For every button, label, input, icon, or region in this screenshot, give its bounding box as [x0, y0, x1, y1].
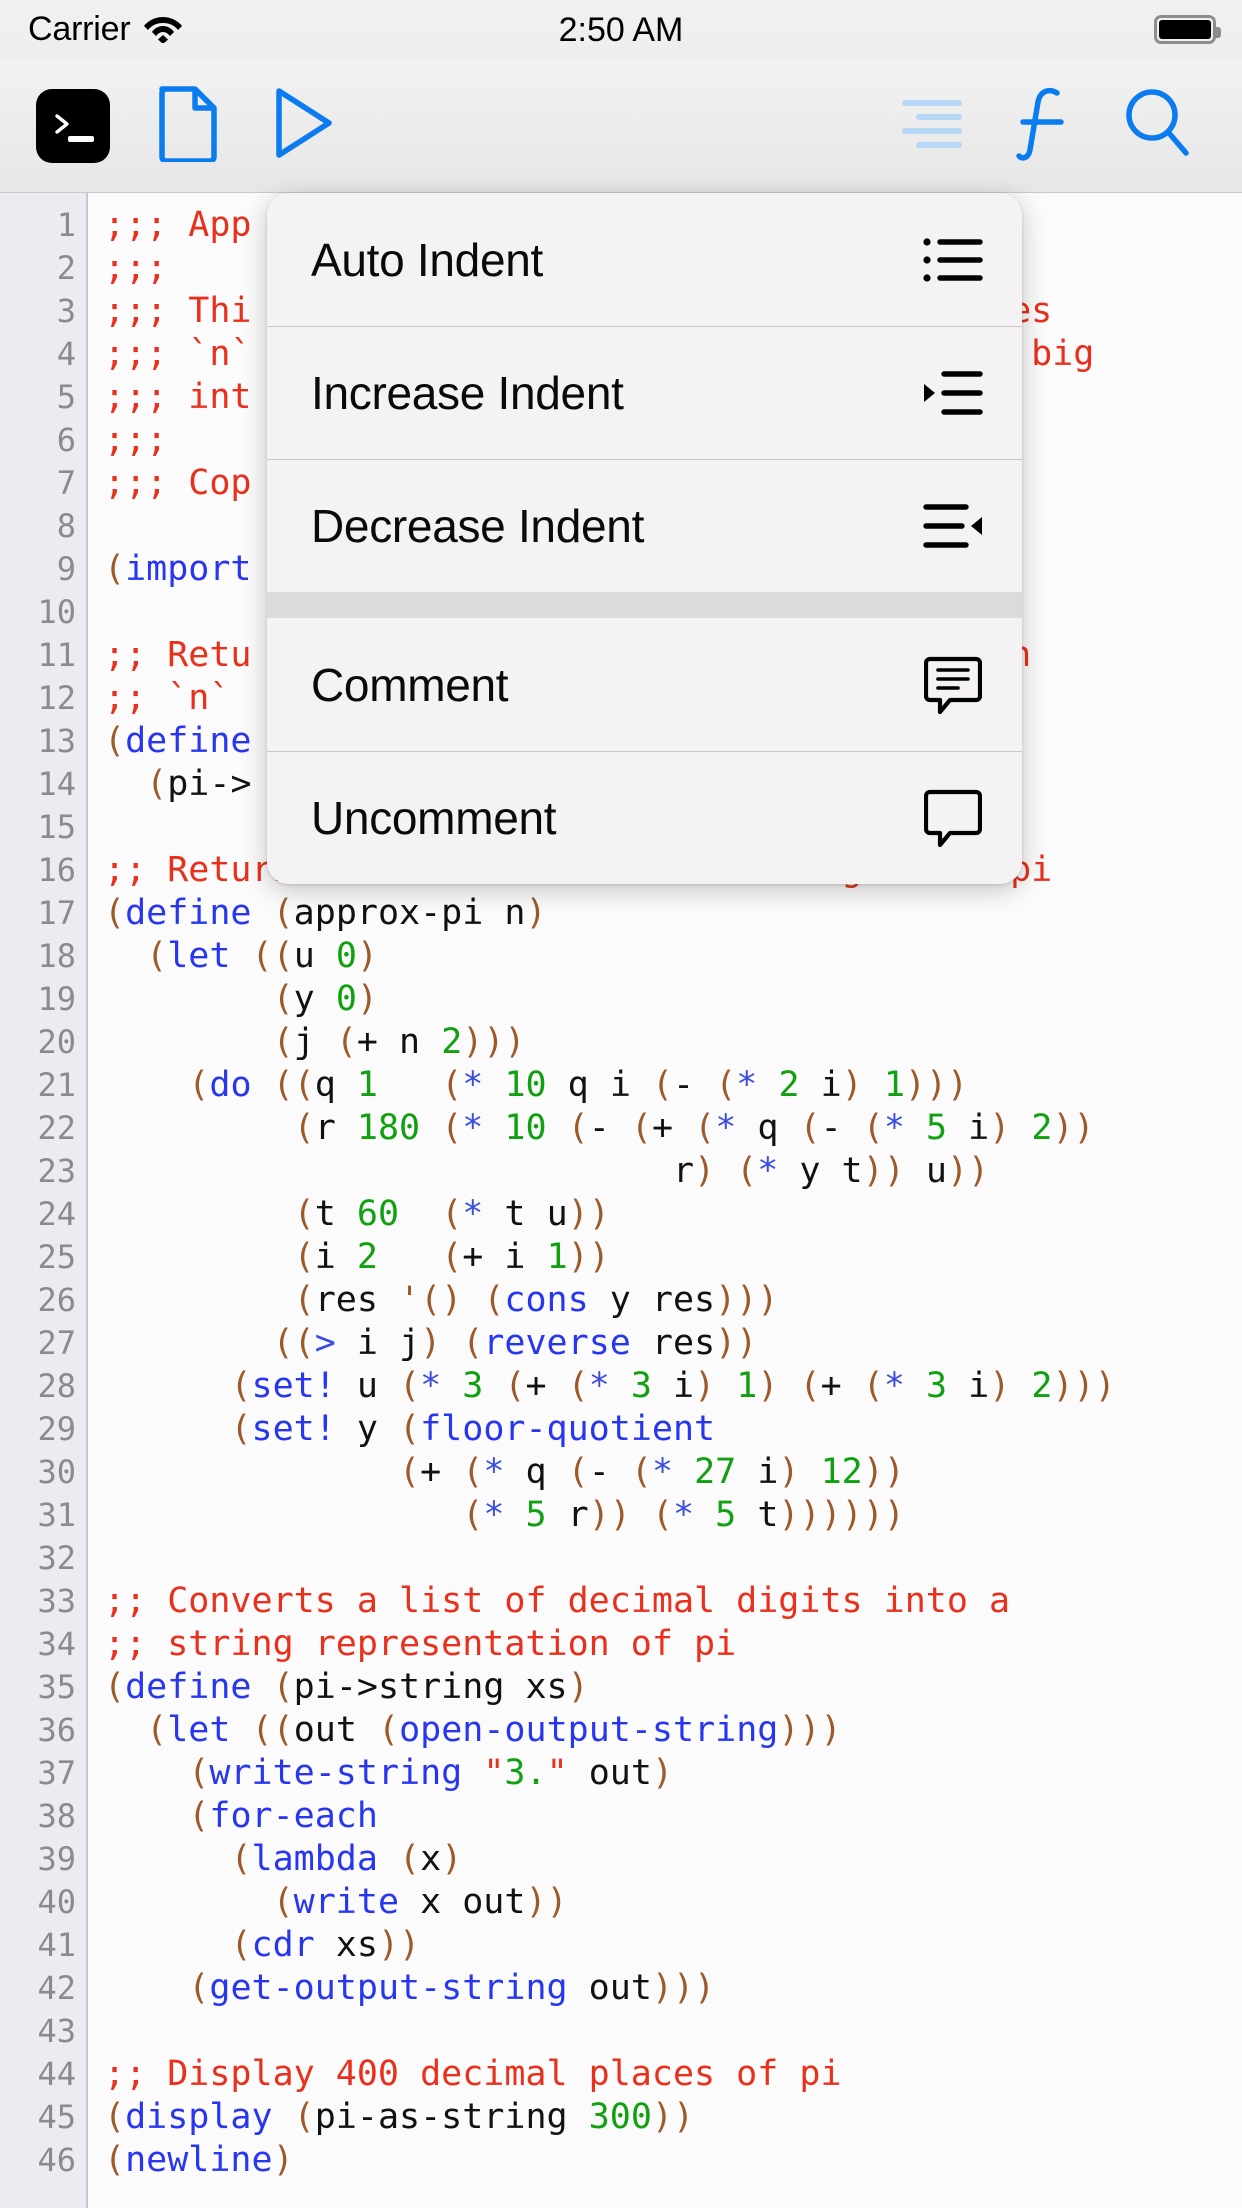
auto-indent-icon [920, 227, 986, 293]
run-button[interactable] [262, 58, 346, 193]
decrease-indent-icon [920, 493, 986, 559]
document-icon [157, 84, 219, 167]
play-triangle-icon [272, 86, 336, 165]
menu-item-label: Auto Indent [311, 233, 544, 286]
menu-item-label: Uncomment [311, 792, 557, 844]
increase-indent-icon [920, 360, 986, 426]
status-bar-right [1154, 0, 1221, 58]
function-button[interactable] [1000, 58, 1084, 193]
search-button[interactable] [1112, 58, 1202, 193]
menu-item-label: Increase Indent [311, 367, 624, 419]
comment-bubble-empty-icon [920, 785, 986, 851]
menu-item-auto-indent[interactable]: Auto Indent [267, 193, 1022, 326]
function-f-icon [1013, 85, 1071, 166]
status-bar-clock: 2:50 AM [558, 11, 684, 49]
comment-bubble-lines-icon [920, 652, 986, 718]
menu-section-separator [267, 592, 1022, 618]
new-document-button[interactable] [146, 58, 230, 193]
editor-toolbar [0, 58, 1242, 193]
status-bar: Carrier 2:50 AM [0, 0, 1242, 58]
terminal-icon [36, 88, 110, 163]
app-screen: Carrier 2:50 AM 1 2 3 4 5 6 7 8 9 10 11 … [0, 0, 1242, 2208]
magnifier-icon [1122, 87, 1192, 164]
menu-item-uncomment[interactable]: Uncomment [267, 751, 1022, 884]
indent-context-menu: Auto Indent Increase Indent Decrease Ind… [267, 193, 1022, 884]
menu-item-increase-indent[interactable]: Increase Indent [267, 326, 1022, 459]
menu-item-decrease-indent[interactable]: Decrease Indent [267, 459, 1022, 592]
menu-item-comment[interactable]: Comment [267, 618, 1022, 751]
menu-item-label: Comment [311, 658, 509, 711]
indent-list-icon [899, 95, 965, 156]
menu-item-label: Decrease Indent [311, 500, 645, 552]
indent-menu-button[interactable] [890, 58, 974, 193]
battery-full-icon [1154, 14, 1221, 44]
terminal-button[interactable] [36, 58, 110, 193]
